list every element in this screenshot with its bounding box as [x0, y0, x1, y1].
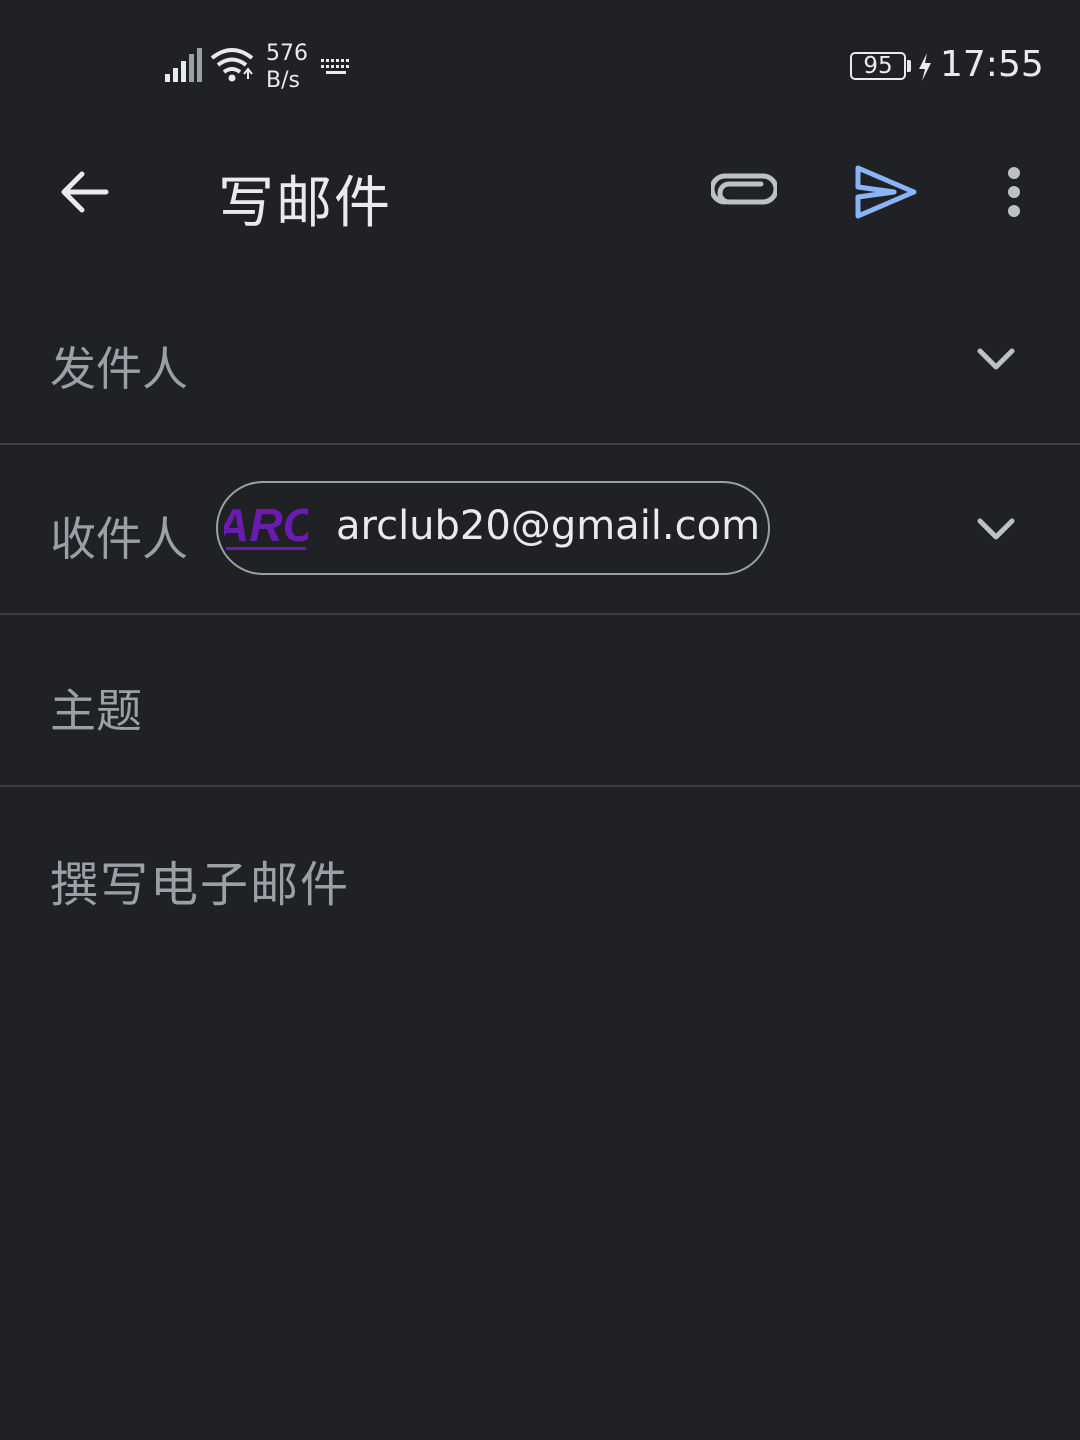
network-speed-unit: B/s	[266, 68, 300, 93]
back-arrow-icon	[61, 171, 109, 213]
clock: 17:55	[940, 44, 1044, 85]
body-field[interactable]: 撰写电子邮件	[50, 845, 350, 915]
recipient-email: arclub20@gmail.com	[336, 503, 761, 549]
more-options-button[interactable]	[990, 160, 1038, 224]
signal-icon	[165, 48, 202, 82]
svg-text:ARC: ARC	[224, 499, 308, 551]
arc-logo-icon: ARC	[224, 499, 308, 551]
battery-icon: 95	[850, 52, 906, 80]
recipient-avatar: ARC	[224, 499, 308, 555]
from-label: 发件人	[50, 342, 188, 396]
send-button[interactable]	[850, 158, 922, 226]
battery-level: 95	[863, 53, 893, 79]
send-icon	[855, 165, 917, 219]
charging-bolt-icon	[919, 53, 931, 81]
keyboard-icon	[321, 59, 349, 74]
status-bar: 576 B/s 95 17:55	[0, 0, 1080, 130]
network-speed: 576 B/s	[266, 40, 308, 94]
attach-button[interactable]	[708, 160, 780, 224]
to-label: 收件人	[50, 512, 188, 566]
to-row[interactable]: 收件人 ARC arclub20@gmail.com	[0, 445, 1080, 615]
recipient-chip[interactable]: ARC arclub20@gmail.com	[216, 481, 770, 575]
from-row[interactable]: 发件人	[0, 275, 1080, 445]
paperclip-icon	[711, 173, 777, 205]
to-expand-button[interactable]	[970, 503, 1022, 555]
wifi-icon	[210, 48, 254, 82]
battery-tip	[907, 60, 911, 72]
more-vert-icon	[1008, 167, 1020, 217]
subject-field[interactable]: 主题	[0, 615, 1080, 787]
network-speed-value: 576	[266, 41, 308, 66]
from-expand-button[interactable]	[970, 333, 1022, 385]
page-title: 写邮件	[218, 171, 392, 236]
chevron-down-icon	[977, 518, 1015, 540]
app-bar: 写邮件	[0, 130, 1080, 260]
chevron-down-icon	[977, 348, 1015, 370]
back-button[interactable]	[52, 160, 116, 224]
subject-placeholder: 主题	[50, 684, 142, 738]
